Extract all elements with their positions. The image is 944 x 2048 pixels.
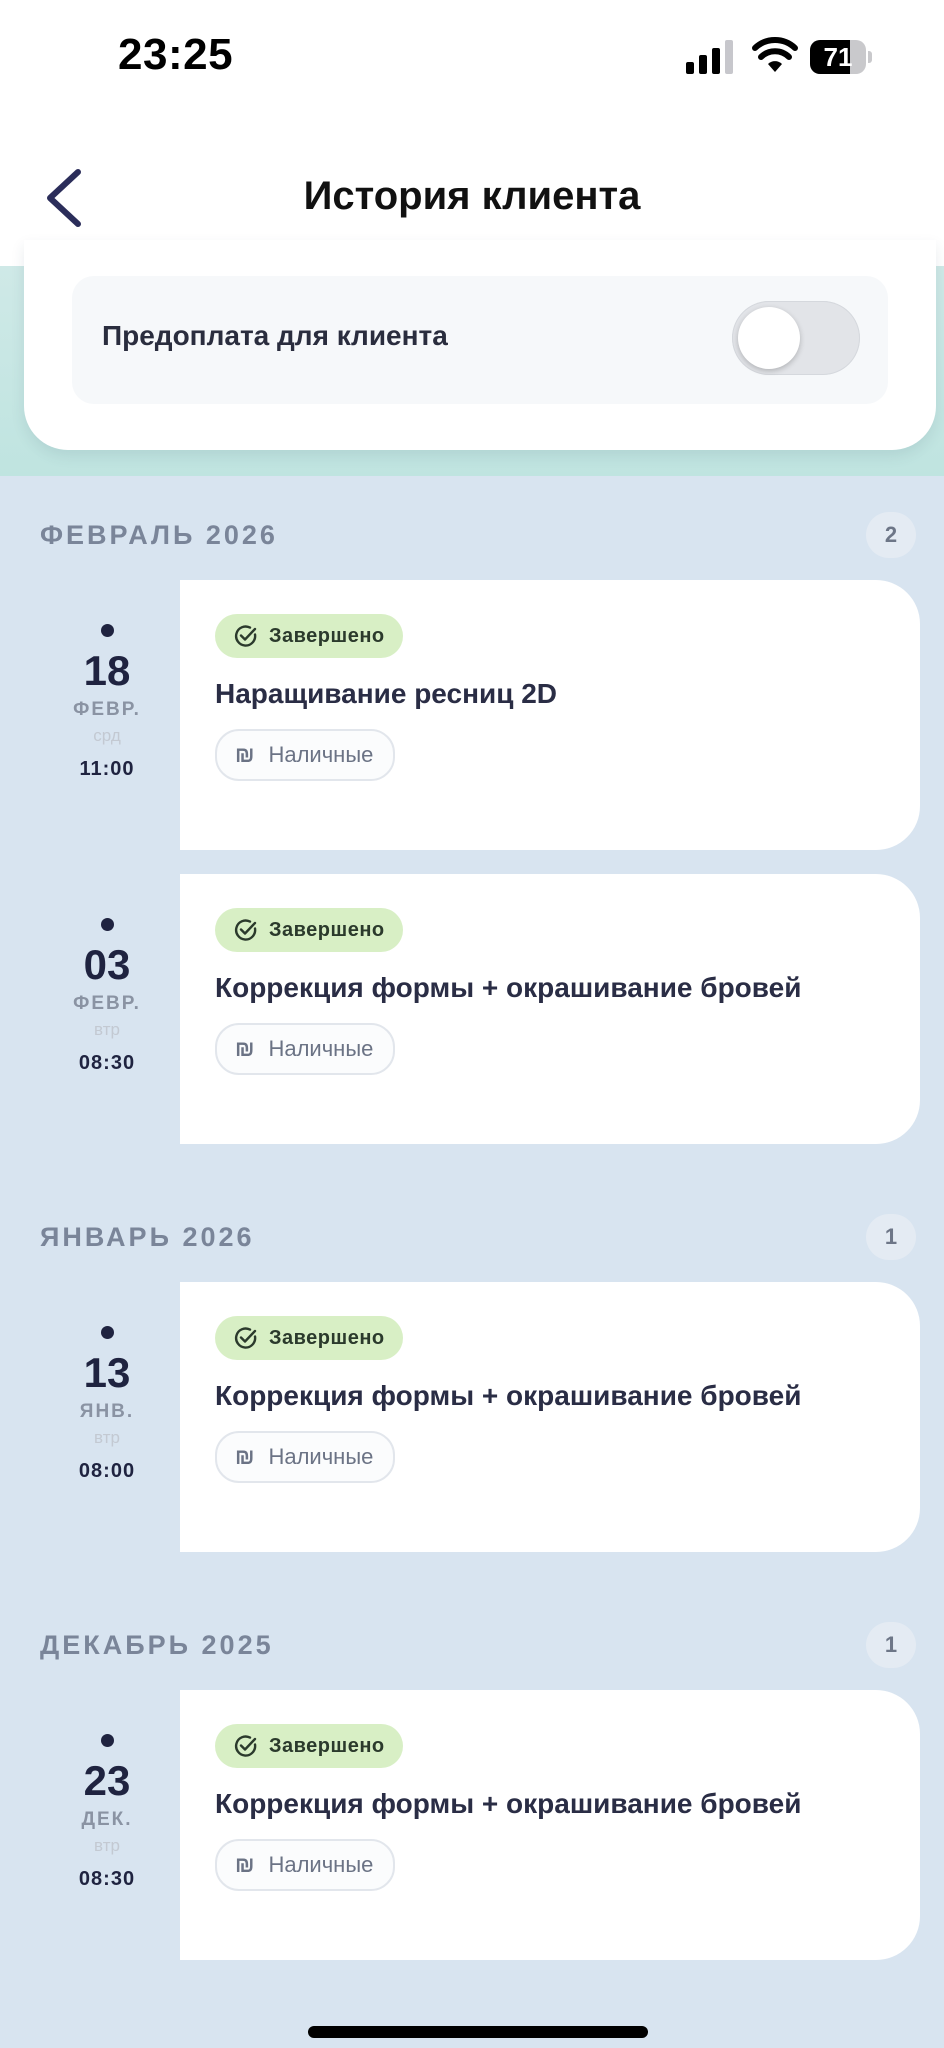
page-title: История клиента [303,174,641,218]
service-name: Коррекция формы + окрашивание бровей [215,1380,802,1411]
timeline-dot [100,918,114,931]
wifi-icon [752,37,798,72]
prepay-toggle[interactable] [732,301,860,375]
appointment-date: 23 ДЕК. втр 08:30 [40,1734,174,1891]
timeline-dot [100,624,114,637]
shekel-icon: ₪ [235,742,255,767]
appointment-time: 11:00 [79,758,135,780]
section-count-badge: 1 [866,1622,916,1668]
payment-method-label: Наличные [268,1444,374,1469]
battery-percent: 71 [823,42,853,72]
appointment-time: 08:30 [78,1052,136,1074]
status-text: Завершено [269,624,385,647]
status-text: Завершено [269,1326,385,1349]
appointment-weekday: втр [94,1836,120,1855]
payment-method-chip: ₪ Наличные [215,729,396,781]
appointment-date: 13 ЯНВ. втр 08:00 [40,1326,174,1483]
appointment-card[interactable]: Завершено Наращивание ресниц 2D ₪ Наличн… [180,580,920,850]
section-header-january: ЯНВАРЬ 2026 [40,1222,255,1252]
appointment-day: 13 [83,1349,131,1396]
status-badge: Завершено [215,614,403,658]
check-circle-icon [234,1735,257,1757]
section-count-badge: 2 [866,512,916,558]
status-text: Завершено [269,918,385,941]
status-badge: Завершено [215,1724,403,1768]
payment-method-chip: ₪ Наличные [215,1431,396,1483]
appointment-day: 23 [83,1757,131,1804]
appointment-card[interactable]: Завершено Коррекция формы + окрашивание … [180,874,920,1144]
appointment-date: 03 ФЕВР. втр 08:30 [40,918,174,1075]
appointment-month: ФЕВР. [73,699,141,720]
shekel-icon: ₪ [235,1036,255,1061]
check-circle-icon [234,1327,257,1349]
appointment-card[interactable]: Завершено Коррекция формы + окрашивание … [180,1690,920,1960]
section-count-badge: 1 [866,1214,916,1260]
status-badge: Завершено [215,1316,403,1360]
check-circle-icon [234,919,257,941]
status-text: Завершено [269,1734,385,1757]
payment-method-chip: ₪ Наличные [215,1023,396,1075]
service-name: Коррекция формы + окрашивание бровей [215,972,802,1003]
prepay-row: Предоплата для клиента [72,276,888,404]
service-name: Коррекция формы + окрашивание бровей [215,1788,802,1819]
prepay-label: Предоплата для клиента [102,320,448,351]
appointment-month: ФЕВР. [73,993,141,1014]
payment-method-chip: ₪ Наличные [215,1839,396,1891]
status-badge: Завершено [215,908,403,952]
timeline-dot [100,1326,114,1339]
section-header-february: ФЕВРАЛЬ 2026 [40,520,278,550]
status-bar: 23:25 71 [0,0,944,116]
status-time: 23:25 [118,30,234,79]
payment-method-label: Наличные [268,742,374,767]
payment-method-label: Наличные [268,1852,374,1877]
battery-icon: 71 [810,40,872,74]
shekel-icon: ₪ [235,1852,255,1877]
appointment-month: ДЕК. [81,1809,133,1830]
service-name: Наращивание ресниц 2D [215,678,557,709]
payment-method-label: Наличные [268,1036,374,1061]
appointment-time: 08:30 [78,1868,136,1890]
appointment-weekday: втр [94,1020,120,1039]
appointment-day: 03 [83,941,131,988]
toggle-knob [738,307,800,369]
appointment-weekday: втр [94,1428,120,1447]
appointment-date: 18 ФЕВР. срд 11:00 [40,624,174,781]
appointment-day: 18 [83,647,131,694]
appointment-time: 08:00 [78,1460,136,1482]
timeline-dot [100,1734,114,1747]
shekel-icon: ₪ [235,1444,255,1469]
appointment-card[interactable]: Завершено Коррекция формы + окрашивание … [180,1282,920,1552]
appointment-month: ЯНВ. [79,1401,135,1422]
home-indicator[interactable] [308,2026,648,2038]
section-header-december: ДЕКАБРЬ 2025 [40,1630,274,1660]
cellular-signal-icon [686,40,733,74]
appointment-weekday: срд [93,726,121,745]
check-circle-icon [234,625,257,647]
